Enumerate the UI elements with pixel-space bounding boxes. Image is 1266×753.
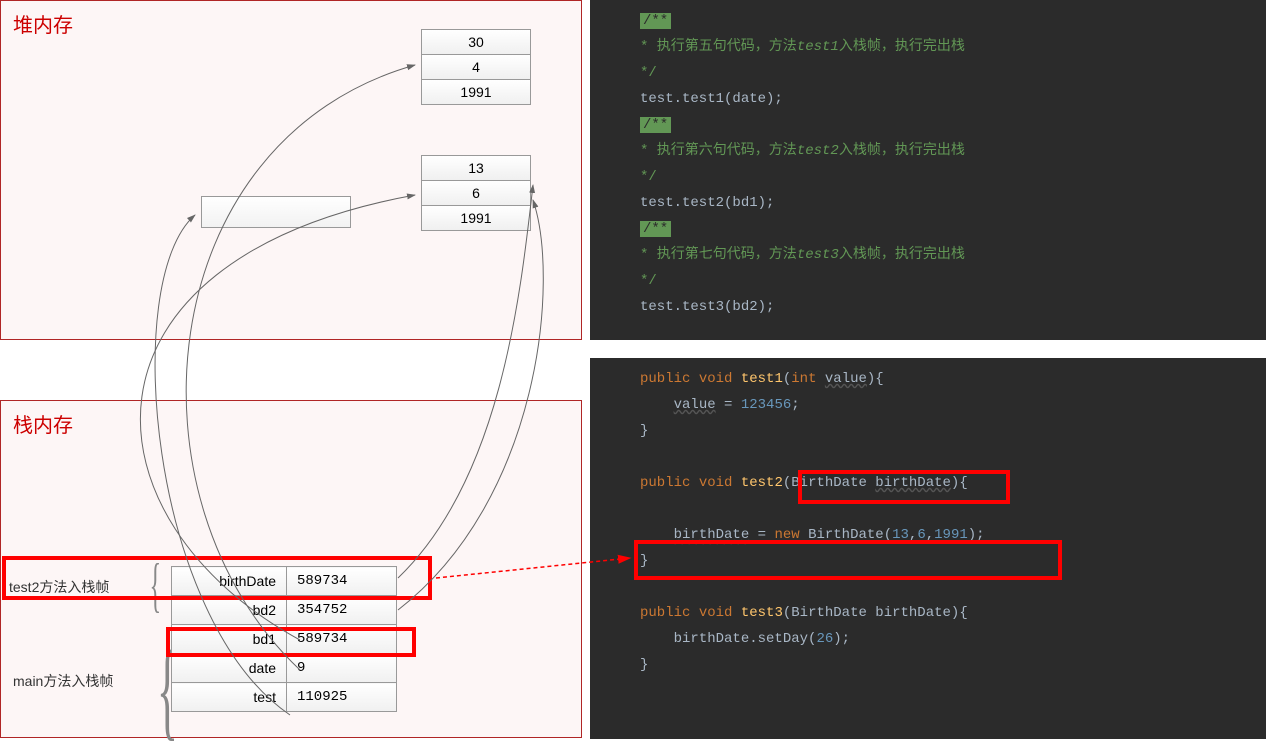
- code-editor-top: /** * 执行第五句代码，方法test1入栈帧，执行完出栈 */ test.t…: [590, 0, 1266, 340]
- table-row: date9: [172, 654, 397, 683]
- code-line: test.test2(bd1);: [640, 190, 1266, 216]
- code-line: test.test3(bd2);: [640, 294, 1266, 320]
- comment: * 执行第七句代码，方法: [640, 247, 797, 263]
- comment: 入栈帧，执行完出栈: [839, 247, 965, 263]
- comment: 入栈帧，执行完出栈: [839, 39, 965, 55]
- var-value: 354752: [287, 596, 397, 625]
- heap-object-2: 13 6 1991: [421, 155, 531, 231]
- table-row: birthDate589734: [172, 567, 397, 596]
- comment: test3: [797, 247, 839, 263]
- code-line: birthDate.setDay(26);: [640, 626, 1266, 652]
- var-name: date: [172, 654, 287, 683]
- heap-cell: 1991: [422, 80, 530, 104]
- comment: */: [640, 273, 657, 289]
- heap-cell: 13: [422, 156, 530, 181]
- heap-cell: 1991: [422, 206, 530, 230]
- comment: /**: [640, 221, 671, 237]
- var-name: test: [172, 683, 287, 712]
- code-line: }: [640, 418, 1266, 444]
- frame-label-main: main方法入栈帧: [13, 671, 113, 691]
- heap-empty-object: [201, 196, 351, 228]
- code-line: public void test2(BirthDate birthDate){: [640, 470, 1266, 496]
- comment: /**: [640, 117, 671, 133]
- stack-memory-panel: 栈内存 test2方法入栈帧 main方法入栈帧 { { birthDate58…: [0, 400, 582, 738]
- brace-icon: {: [150, 551, 162, 620]
- code-line: public void test1(int value){: [640, 366, 1266, 392]
- var-value: 9: [287, 654, 397, 683]
- heap-cell: 4: [422, 55, 530, 80]
- var-value: 589734: [287, 567, 397, 596]
- var-name: bd1: [172, 625, 287, 654]
- frame-label-test2: test2方法入栈帧: [9, 577, 109, 597]
- var-name: bd2: [172, 596, 287, 625]
- var-name: birthDate: [172, 567, 287, 596]
- heap-object-1: 30 4 1991: [421, 29, 531, 105]
- stack-frames-table: birthDate589734 bd2354752 bd1589734 date…: [171, 566, 397, 712]
- comment: * 执行第五句代码，方法: [640, 39, 797, 55]
- comment: test1: [797, 39, 839, 55]
- var-value: 589734: [287, 625, 397, 654]
- code-line: test.test1(date);: [640, 86, 1266, 112]
- comment: */: [640, 169, 657, 185]
- code-line: }: [640, 652, 1266, 678]
- stack-title: 栈内存: [1, 401, 581, 446]
- comment: */: [640, 65, 657, 81]
- code-editor-bottom: public void test1(int value){ value = 12…: [590, 358, 1266, 739]
- table-row: test110925: [172, 683, 397, 712]
- table-row: bd2354752: [172, 596, 397, 625]
- comment: test2: [797, 143, 839, 159]
- code-line: public void test3(BirthDate birthDate){: [640, 600, 1266, 626]
- comment: /**: [640, 13, 671, 29]
- heap-cell: 6: [422, 181, 530, 206]
- heap-memory-panel: 堆内存 30 4 1991 13 6 1991: [0, 0, 582, 340]
- code-line: }: [640, 548, 1266, 574]
- var-value: 110925: [287, 683, 397, 712]
- comment: * 执行第六句代码，方法: [640, 143, 797, 159]
- heap-cell: 30: [422, 30, 530, 55]
- code-line: birthDate = new BirthDate(13,6,1991);: [640, 522, 1266, 548]
- comment: 入栈帧，执行完出栈: [839, 143, 965, 159]
- code-line: value = 123456;: [640, 392, 1266, 418]
- table-row: bd1589734: [172, 625, 397, 654]
